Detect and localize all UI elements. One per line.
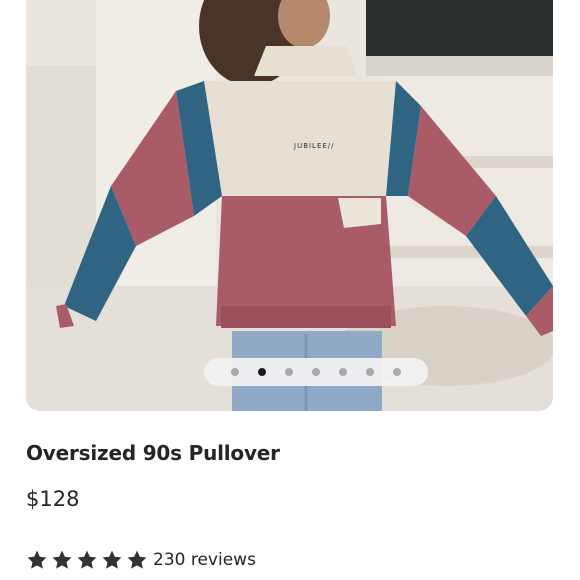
- carousel-pagination[interactable]: [204, 358, 428, 386]
- star-icon: [52, 550, 72, 569]
- star-icon: [27, 550, 47, 569]
- carousel-dot[interactable]: [312, 368, 320, 376]
- carousel-dot[interactable]: [258, 368, 266, 376]
- carousel-dot[interactable]: [285, 368, 293, 376]
- product-price: $128: [26, 487, 80, 511]
- reviews-link[interactable]: 230 reviews: [153, 550, 256, 570]
- carousel-dot[interactable]: [339, 368, 347, 376]
- product-title: Oversized 90s Pullover: [26, 441, 280, 465]
- star-rating: [26, 549, 151, 571]
- star-icon: [102, 550, 122, 569]
- star-icon: [77, 550, 97, 569]
- carousel-dot[interactable]: [231, 368, 239, 376]
- rating-row[interactable]: 230 reviews: [26, 549, 256, 571]
- star-icon: [127, 550, 147, 569]
- product-image[interactable]: JUBILEE//: [26, 0, 553, 411]
- brand-print: JUBILEE//: [293, 142, 335, 150]
- carousel-dot[interactable]: [366, 368, 374, 376]
- carousel-dot[interactable]: [393, 368, 401, 376]
- product-photo-illustration: JUBILEE//: [26, 0, 553, 411]
